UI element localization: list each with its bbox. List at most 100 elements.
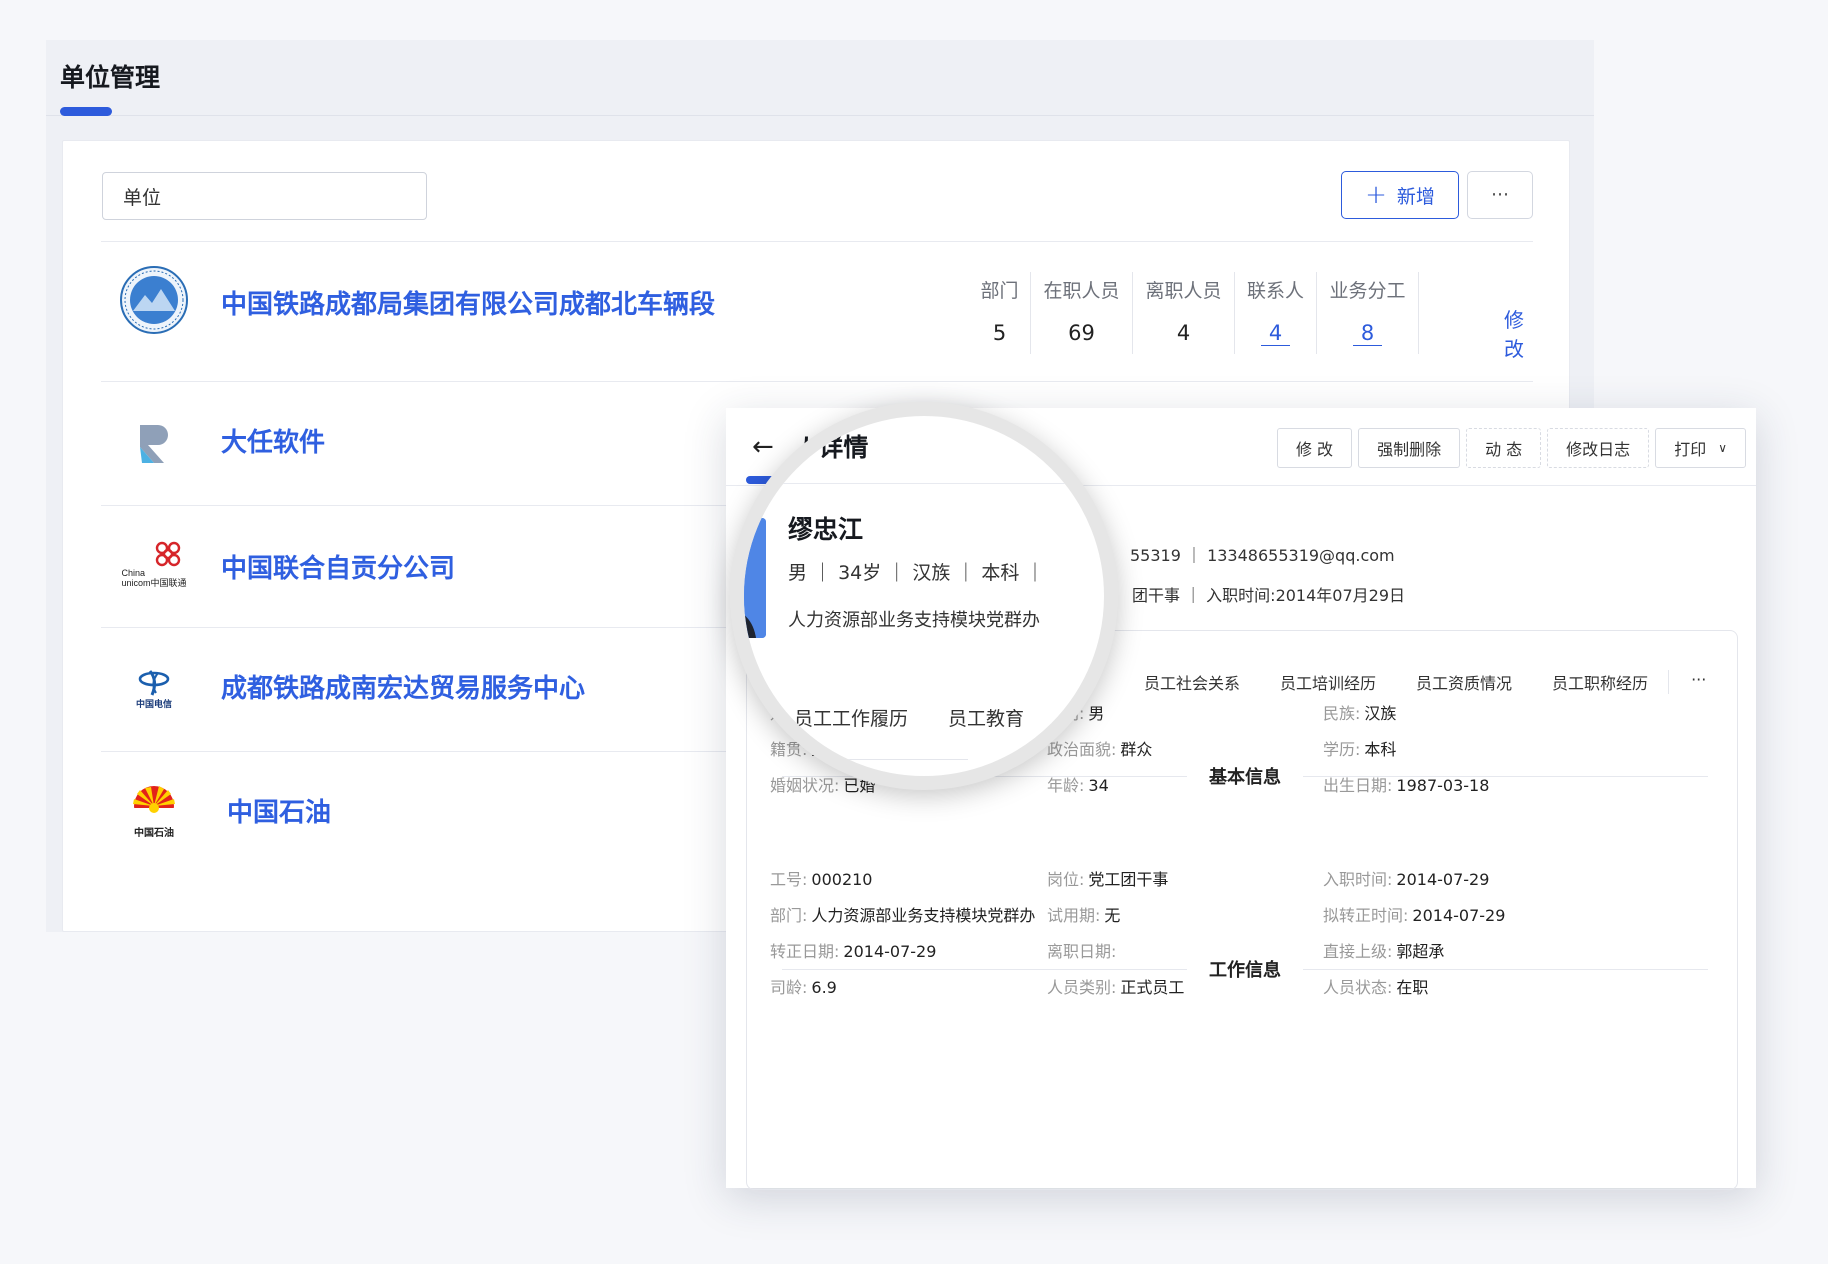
edit-link[interactable]: 修改: [1504, 304, 1533, 362]
tab-qualifications[interactable]: 员工资质情况: [1396, 670, 1532, 694]
print-label: 打印: [1674, 440, 1707, 459]
stat-departments: 部门 5: [969, 272, 1031, 354]
stat-resigned: 离职人员 4: [1133, 272, 1235, 354]
page-title: 单位管理: [60, 63, 161, 92]
detail-actions: 修 改 强制删除 动 态 修改日志 打印 ∨: [1276, 428, 1746, 468]
field-value: 郭超承: [1396, 942, 1445, 961]
print-button[interactable]: 打印 ∨: [1655, 428, 1746, 468]
main-tabs: 基本信息 员工工作履历 员工教育: [744, 704, 1064, 748]
field-label: 年龄:: [1047, 776, 1085, 795]
stat-label: 联系人: [1246, 280, 1304, 302]
field-value: 汉族: [1364, 704, 1397, 723]
field-value: 正式员工: [1120, 978, 1185, 997]
stat-value: 4: [1176, 321, 1191, 345]
field-value: 人力资源部业务支持模块党群办: [811, 906, 1036, 925]
tab-work-history[interactable]: 员工工作履历: [794, 704, 908, 748]
assignments-link[interactable]: 8: [1352, 321, 1383, 346]
logo-text: 中国石油: [134, 827, 174, 839]
change-log-button[interactable]: 修改日志: [1547, 428, 1650, 468]
info-field: 拟转正时间: 2014-07-29: [1323, 902, 1505, 926]
field-value: 6.9: [811, 978, 837, 997]
org-row[interactable]: 中国铁路成都局集团有限公司成都北车辆段 部门 5 在职人员 69 离职人员 4 …: [101, 241, 1533, 381]
tabs-more-button[interactable]: ···: [1668, 670, 1728, 694]
field-value: 无: [1104, 906, 1121, 925]
field-label: 入职时间:: [1323, 870, 1393, 889]
field-label: 岗位:: [1047, 870, 1085, 889]
field-value: 2014-07-29: [843, 942, 937, 961]
field-label: 部门:: [770, 906, 808, 925]
field-value: 本科: [1364, 740, 1397, 759]
info-field: 转正日期: 2014-07-29: [770, 938, 936, 962]
info-field: 出生日期: 1987-03-18: [1323, 772, 1489, 796]
field-value: 000210: [811, 870, 873, 889]
person-name: 缪忠江: [788, 515, 864, 544]
org-name[interactable]: 中国铁路成都局集团有限公司成都北车辆段: [221, 284, 715, 321]
contacts-link[interactable]: 4: [1260, 321, 1291, 346]
field-value: 党工团干事: [1088, 870, 1169, 889]
unicom-logo-text: China unicom中国联通: [121, 568, 186, 588]
force-delete-button[interactable]: 强制删除: [1358, 428, 1461, 468]
telecom-logo-icon: 中国电信: [118, 652, 190, 724]
units-header: 单位管理: [46, 40, 1594, 116]
section-title: 工作信息: [1209, 960, 1281, 981]
field-value: 34: [1088, 776, 1109, 795]
tab-training[interactable]: 员工培训经历: [1260, 670, 1396, 694]
stat-label: 业务分工: [1329, 280, 1406, 302]
org-name[interactable]: 大任软件: [221, 422, 325, 459]
field-value: 2014-07-29: [1396, 870, 1490, 889]
info-field: 人员类别: 正式员工: [1047, 974, 1184, 998]
chevron-down-icon: ∨: [1718, 441, 1727, 455]
stat-contacts: 联系人 4: [1235, 272, 1317, 354]
info-field: 试用期: 无: [1047, 902, 1120, 926]
stat-employed: 在职人员 69: [1031, 272, 1133, 354]
field-label: 婚姻状况:: [770, 776, 840, 795]
plus-icon: +: [1365, 180, 1387, 210]
job-info: 团干事 ｜ 入职时间:2014年07月29日: [1132, 586, 1406, 605]
field-label: 司龄:: [770, 978, 808, 997]
tab-social-relations[interactable]: 员工社会关系: [1124, 670, 1260, 694]
unicom-logo-icon: China unicom中国联通: [118, 528, 190, 600]
stat-label: 在职人员: [1043, 280, 1120, 302]
unit-search-input[interactable]: 单位: [102, 172, 427, 220]
stat-label: 离职人员: [1145, 280, 1222, 302]
secondary-tabs: 员工社会关系 员工培训经历 员工资质情况 员工职称经历 ···: [1124, 670, 1728, 694]
info-field: 民族: 汉族: [1323, 700, 1396, 724]
tab-titles[interactable]: 员工职称经历: [1532, 670, 1668, 694]
field-label: 人员类别:: [1047, 978, 1117, 997]
org-name[interactable]: 中国石油: [227, 792, 331, 829]
more-button[interactable]: ···: [1467, 171, 1533, 219]
add-button[interactable]: + 新增: [1341, 171, 1459, 219]
logo-text: 中国电信: [135, 699, 172, 710]
contact-info: 55319 ｜ 13348655319@qq.com: [1130, 546, 1395, 565]
field-label: 民族:: [1323, 704, 1361, 723]
field-label: 学历:: [1323, 740, 1361, 759]
org-stats: 部门 5 在职人员 69 离职人员 4 联系人 4 业务分工 8: [969, 272, 1419, 354]
field-value: 在职: [1396, 978, 1429, 997]
field-label: 人员状态:: [1323, 978, 1393, 997]
info-field: 人员状态: 在职: [1323, 974, 1428, 998]
org-name[interactable]: 成都铁路成南宏达贸易服务中心: [221, 668, 585, 705]
stat-value: 5: [992, 321, 1007, 345]
edit-button[interactable]: 修 改: [1276, 428, 1353, 468]
info-field: 学历: 本科: [1323, 736, 1396, 760]
add-label: 新增: [1396, 185, 1435, 208]
activity-button[interactable]: 动 态: [1466, 428, 1542, 468]
field-label: 出生日期:: [1323, 776, 1393, 795]
info-field: 部门: 人力资源部业务支持模块党群办: [770, 902, 1035, 926]
section-title: 基本信息: [1209, 767, 1281, 788]
tab-education[interactable]: 员工教育: [948, 704, 1024, 748]
tab-divider: [744, 759, 968, 760]
field-label: 直接上级:: [1323, 942, 1393, 961]
field-label: 转正日期:: [770, 942, 840, 961]
title-underline: [60, 107, 112, 116]
field-label: 工号:: [770, 870, 808, 889]
org-name[interactable]: 中国联合自贡分公司: [221, 548, 455, 585]
info-field: 离职日期:: [1047, 938, 1120, 962]
field-value: 1987-03-18: [1396, 776, 1490, 795]
magnified-profile: ← 人事档案-详情 缪忠江 男 ｜ 34岁 ｜ 汉族 ｜ 本科 ｜ 人力资源部业…: [744, 416, 1104, 776]
stat-label: 部门: [980, 280, 1019, 302]
railway-logo-icon: [118, 264, 190, 336]
person-meta: 男 ｜ 34岁 ｜ 汉族 ｜ 本科 ｜: [788, 562, 1045, 584]
info-field: 岗位: 党工团干事: [1047, 866, 1168, 890]
stat-assignments: 业务分工 8: [1317, 272, 1419, 354]
